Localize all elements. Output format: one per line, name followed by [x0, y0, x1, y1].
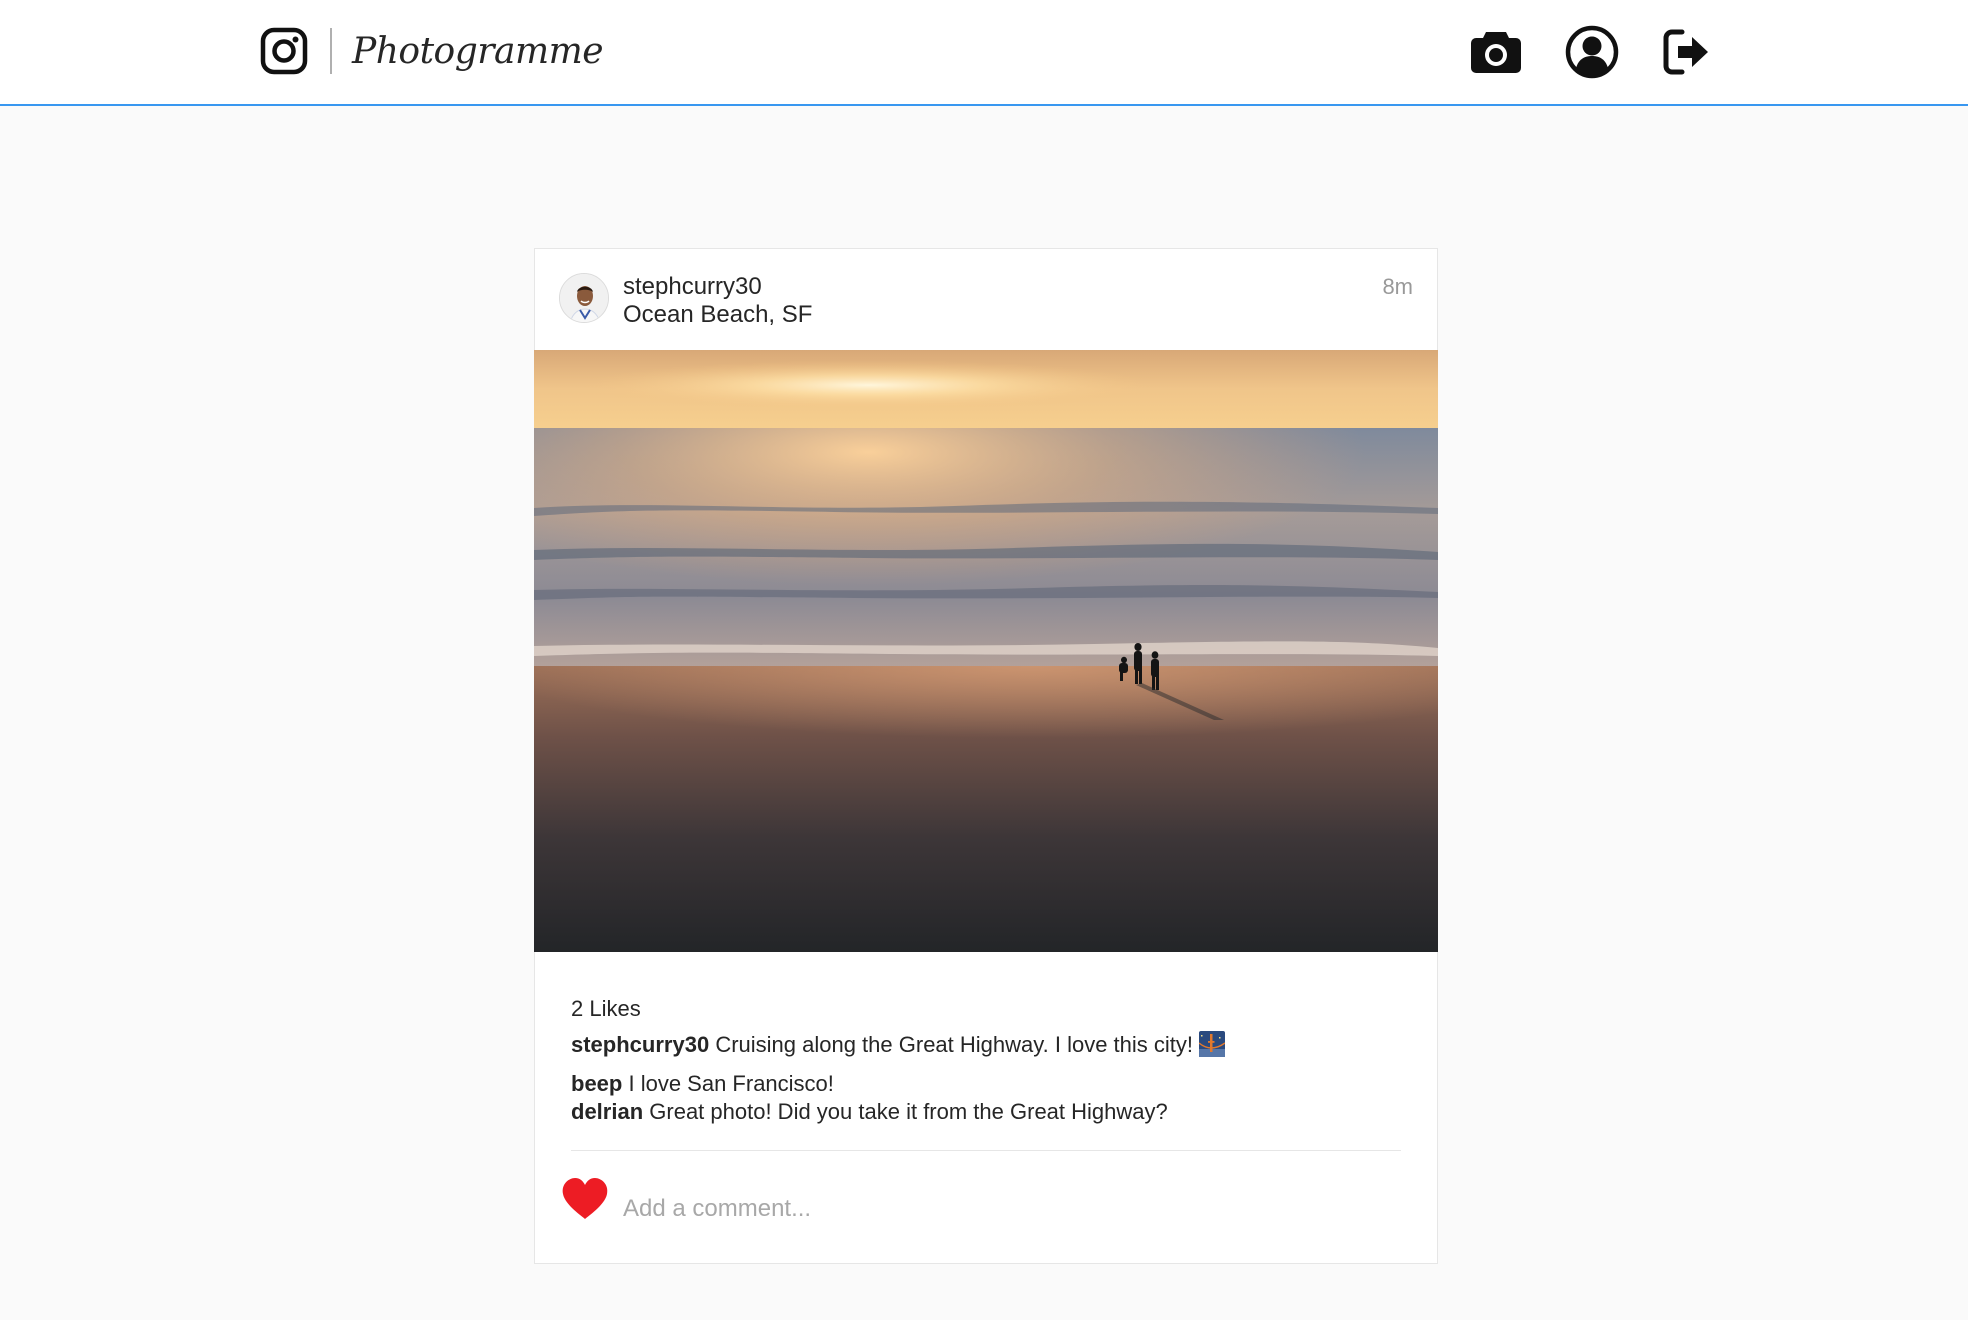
comment-item: beep I love San Francisco!: [571, 1070, 834, 1098]
comment-username[interactable]: beep: [571, 1071, 622, 1096]
post-username[interactable]: stephcurry30: [623, 273, 762, 301]
post-location[interactable]: Ocean Beach, SF: [623, 301, 812, 329]
post-photo[interactable]: [534, 350, 1438, 952]
bridge-at-night-emoji-icon: [1199, 1031, 1226, 1057]
comment-text: I love San Francisco!: [628, 1071, 834, 1096]
post-caption: stephcurry30 Cruising along the Great Hi…: [571, 1031, 1226, 1059]
caption-username[interactable]: stephcurry30: [571, 1032, 709, 1057]
brand-divider: [330, 28, 332, 74]
brand[interactable]: Photogramme: [260, 25, 604, 77]
comments-divider: [571, 1150, 1401, 1151]
heart-icon[interactable]: [561, 1177, 609, 1221]
avatar[interactable]: [559, 273, 609, 323]
logout-icon[interactable]: [1660, 24, 1716, 80]
comment-input[interactable]: [623, 1189, 1403, 1229]
instagram-logo-icon[interactable]: [260, 27, 308, 75]
avatar-image: [560, 274, 608, 322]
post-header: stephcurry30 Ocean Beach, SF 8m: [535, 249, 1437, 351]
caption-text: Cruising along the Great Highway. I love…: [715, 1032, 1194, 1057]
comment-text: Great photo! Did you take it from the Gr…: [649, 1099, 1168, 1124]
post-timestamp: 8m: [1382, 274, 1413, 299]
comment-item: delrian Great photo! Did you take it fro…: [571, 1098, 1168, 1126]
post-card: stephcurry30 Ocean Beach, SF 8m 2 Likes …: [534, 248, 1438, 1264]
camera-icon[interactable]: [1468, 24, 1524, 80]
navbar: Photogramme: [0, 0, 1968, 106]
app-wordmark: Photogramme: [352, 30, 604, 72]
likes-count[interactable]: 2 Likes: [571, 995, 641, 1023]
user-profile-icon[interactable]: [1564, 24, 1620, 80]
nav-actions: [1468, 24, 1716, 80]
comment-username[interactable]: delrian: [571, 1099, 643, 1124]
